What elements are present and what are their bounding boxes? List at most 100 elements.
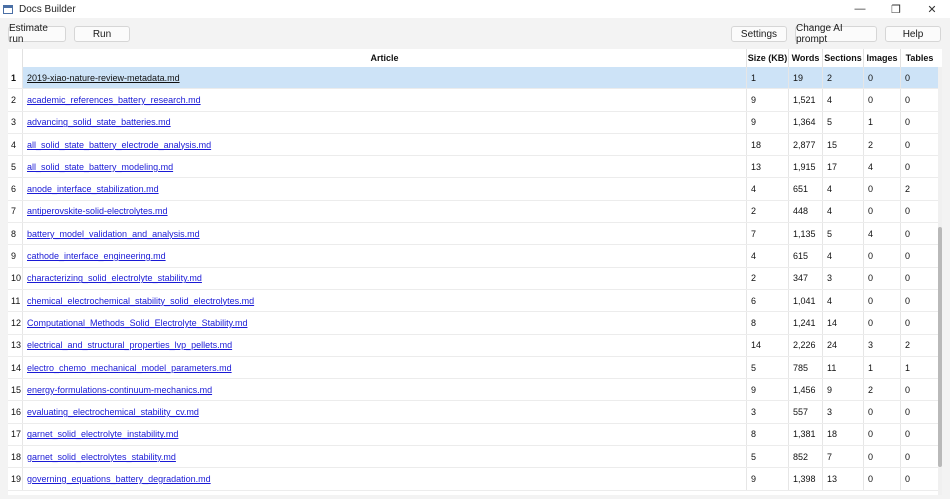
- images-cell: 0: [864, 468, 901, 490]
- row-number: 14: [8, 356, 23, 379]
- sections-cell: 17: [823, 156, 864, 178]
- sections-cell: 4: [823, 245, 864, 267]
- article-link[interactable]: energy-formulations-continuum-mechanics.…: [27, 385, 212, 395]
- table-body: 1 2019-xiao-nature-review-metadata.md 1 19 2…: [8, 67, 938, 491]
- size-cell: 2: [747, 200, 789, 223]
- table-row[interactable]: 13 electrical_and_structural_properties_l…: [8, 334, 938, 357]
- table-row[interactable]: 18 garnet_solid_electrolytes_stability.md…: [8, 446, 938, 469]
- article-link[interactable]: electrical_and_structural_properties_lvp…: [27, 340, 232, 350]
- article-link[interactable]: advancing_solid_state_batteries.md: [27, 117, 171, 127]
- table-row[interactable]: 11 chemical_electrochemical_stability_sol…: [8, 289, 938, 313]
- close-icon[interactable]: ✕: [914, 0, 950, 18]
- article-link[interactable]: cathode_interface_engineering.md: [27, 251, 166, 261]
- words-cell: 1,398: [789, 468, 823, 490]
- row-number: 1: [8, 67, 23, 89]
- size-cell: 3: [747, 401, 789, 423]
- column-header-sections[interactable]: Sections: [823, 49, 864, 67]
- table-row[interactable]: 10 characterizing_solid_electrolyte_stabi…: [8, 267, 938, 290]
- table-row[interactable]: 19 governing_equations_battery_degradatio…: [8, 468, 938, 491]
- row-number: 19: [8, 468, 23, 490]
- article-link[interactable]: antiperovskite-solid-electrolytes.md: [27, 206, 168, 216]
- sections-cell: 18: [823, 423, 864, 446]
- article-link[interactable]: academic_references_battery_research.md: [27, 95, 201, 105]
- article-link[interactable]: all_solid_state_battery_electrode_analys…: [27, 140, 211, 150]
- column-header-images[interactable]: Images: [864, 49, 901, 67]
- images-cell: 3: [864, 334, 901, 356]
- scrollbar-thumb[interactable]: [938, 227, 942, 467]
- settings-button[interactable]: Settings: [731, 26, 787, 42]
- words-cell: 2,226: [789, 334, 823, 356]
- row-number: 6: [8, 178, 23, 200]
- row-number: 5: [8, 156, 23, 178]
- tables-cell: 0: [905, 206, 911, 217]
- table-row[interactable]: 16 evaluating_electrochemical_stability_c…: [8, 401, 938, 424]
- row-number-header: [8, 49, 23, 67]
- article-link[interactable]: governing_equations_battery_degradation.…: [27, 474, 211, 484]
- table-row[interactable]: 1 2019-xiao-nature-review-metadata.md 1 19 2…: [8, 67, 938, 90]
- article-link[interactable]: electro_chemo_mechanical_model_parameter…: [27, 363, 232, 373]
- run-button[interactable]: Run: [74, 26, 130, 42]
- table-row[interactable]: 8 battery_model_validation_and_analysis.m…: [8, 223, 938, 246]
- table-row[interactable]: 9 cathode_interface_engineering.md 4 615 4 0 0: [8, 245, 938, 268]
- size-cell: 9: [747, 379, 789, 401]
- row-number: 12: [8, 312, 23, 334]
- tables-cell: 0: [905, 273, 911, 284]
- size-cell: 6: [747, 289, 789, 312]
- row-number: 2: [8, 89, 23, 111]
- vertical-scrollbar[interactable]: [938, 67, 942, 495]
- images-cell: 1: [864, 356, 901, 379]
- sections-cell: 4: [823, 178, 864, 200]
- article-link[interactable]: evaluating_electrochemical_stability_cv.…: [27, 407, 199, 417]
- title-bar: Docs Builder — ❐ ✕: [0, 0, 950, 18]
- tables-cell: 0: [905, 139, 911, 150]
- images-cell: 0: [864, 423, 901, 446]
- images-cell: 0: [864, 67, 901, 89]
- table-row[interactable]: 12 Computational_Methods_Solid_Electrolyt…: [8, 312, 938, 335]
- article-link[interactable]: anode_interface_stabilization.md: [27, 184, 159, 194]
- article-link[interactable]: garnet_solid_electrolyte_instability.md: [27, 429, 178, 439]
- words-cell: 1,521: [789, 89, 823, 111]
- column-header-size[interactable]: Size (KB): [747, 49, 789, 67]
- table-row[interactable]: 14 electro_chemo_mechanical_model_paramet…: [8, 356, 938, 380]
- table-row[interactable]: 6 anode_interface_stabilization.md 4 651 4 0 2: [8, 178, 938, 201]
- table-row[interactable]: 5 all_solid_state_battery_modeling.md 13 1,…: [8, 156, 938, 179]
- row-number: 11: [8, 289, 23, 312]
- table-row[interactable]: 4 all_solid_state_battery_electrode_analy…: [8, 133, 938, 157]
- article-link[interactable]: characterizing_solid_electrolyte_stabili…: [27, 273, 202, 283]
- sections-cell: 3: [823, 401, 864, 423]
- restore-icon[interactable]: ❐: [878, 0, 914, 18]
- article-link[interactable]: all_solid_state_battery_modeling.md: [27, 162, 173, 172]
- tables-cell: 0: [905, 451, 911, 462]
- minimize-icon[interactable]: —: [842, 0, 878, 18]
- article-link[interactable]: battery_model_validation_and_analysis.md: [27, 229, 200, 239]
- table-row[interactable]: 15 energy-formulations-continuum-mechanic…: [8, 379, 938, 402]
- article-cell: characterizing_solid_electrolyte_stabili…: [23, 267, 747, 289]
- table-row[interactable]: 17 garnet_solid_electrolyte_instability.m…: [8, 423, 938, 447]
- words-cell: 347: [789, 267, 823, 289]
- article-link[interactable]: Computational_Methods_Solid_Electrolyte_…: [27, 318, 247, 328]
- table-row[interactable]: 2 academic_references_battery_research.md…: [8, 89, 938, 112]
- tables-cell: 0: [905, 94, 911, 105]
- words-cell: 1,915: [789, 156, 823, 178]
- words-cell: 1,364: [789, 111, 823, 133]
- words-cell: 1,041: [789, 289, 823, 312]
- app-window-icon: [3, 4, 13, 14]
- column-header-words[interactable]: Words: [789, 49, 823, 67]
- help-button[interactable]: Help: [885, 26, 941, 42]
- column-header-article[interactable]: Article: [23, 49, 747, 67]
- table-row[interactable]: 3 advancing_solid_state_batteries.md 9 1,36…: [8, 111, 938, 134]
- article-link[interactable]: chemical_electrochemical_stability_solid…: [27, 296, 254, 306]
- article-link[interactable]: 2019-xiao-nature-review-metadata.md: [27, 73, 180, 83]
- size-cell: 8: [747, 423, 789, 446]
- estimate-run-button[interactable]: Estimate run: [8, 23, 66, 45]
- images-cell: 0: [864, 446, 901, 468]
- row-number: 15: [8, 379, 23, 401]
- column-header-tables[interactable]: Tables: [901, 49, 938, 67]
- change-ai-prompt-button[interactable]: Change AI prompt: [795, 23, 877, 45]
- images-cell: 0: [864, 245, 901, 267]
- article-cell: all_solid_state_battery_modeling.md: [23, 156, 747, 178]
- tables-cell: 0: [905, 117, 911, 128]
- table-row[interactable]: 7 antiperovskite-solid-electrolytes.md 2 44…: [8, 200, 938, 224]
- size-cell: 4: [747, 178, 789, 200]
- article-link[interactable]: garnet_solid_electrolytes_stability.md: [27, 452, 176, 462]
